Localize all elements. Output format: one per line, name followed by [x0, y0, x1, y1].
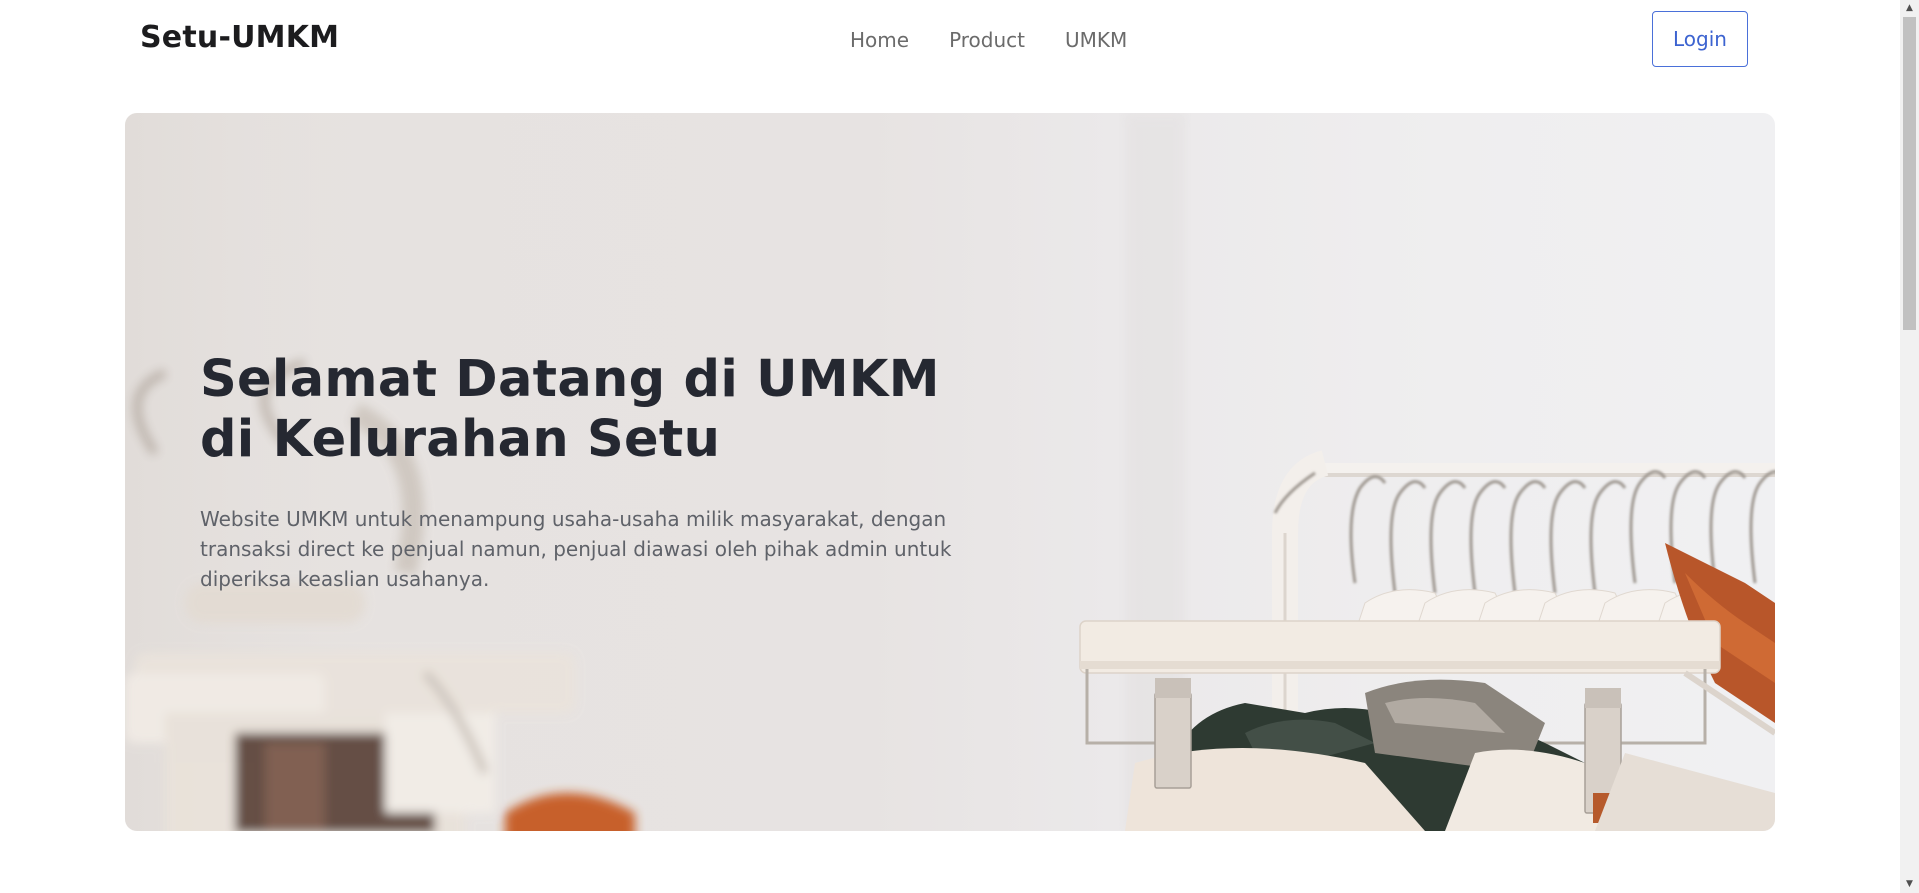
nav-link-umkm[interactable]: UMKM: [1065, 28, 1127, 52]
hero-text-block: Selamat Datang di UMKM di Kelurahan Setu…: [200, 350, 1040, 594]
page: Setu-UMKM Home Product UMKM Login Selama…: [0, 0, 1900, 893]
login-button[interactable]: Login: [1652, 11, 1748, 67]
scroll-up-arrow-icon[interactable]: ▲: [1900, 0, 1919, 17]
scroll-thumb[interactable]: [1903, 17, 1916, 330]
hero-title-line-2: di Kelurahan Setu: [200, 410, 721, 469]
hero-description: Website UMKM untuk menampung usaha-usaha…: [200, 507, 952, 591]
nav-link-home[interactable]: Home: [850, 28, 909, 52]
nav-link-product[interactable]: Product: [949, 28, 1025, 52]
hero-title: Selamat Datang di UMKM di Kelurahan Setu: [200, 350, 1040, 470]
scroll-down-arrow-icon[interactable]: ▼: [1900, 876, 1919, 893]
vertical-scrollbar[interactable]: ▲ ▼: [1900, 0, 1919, 893]
nav-links: Home Product UMKM: [850, 28, 1127, 52]
brand-logo[interactable]: Setu-UMKM: [140, 20, 339, 55]
hero-banner: Selamat Datang di UMKM di Kelurahan Setu…: [125, 113, 1775, 831]
hero-title-line-1: Selamat Datang di UMKM: [200, 350, 940, 409]
navbar: Setu-UMKM Home Product UMKM Login: [0, 0, 1900, 80]
